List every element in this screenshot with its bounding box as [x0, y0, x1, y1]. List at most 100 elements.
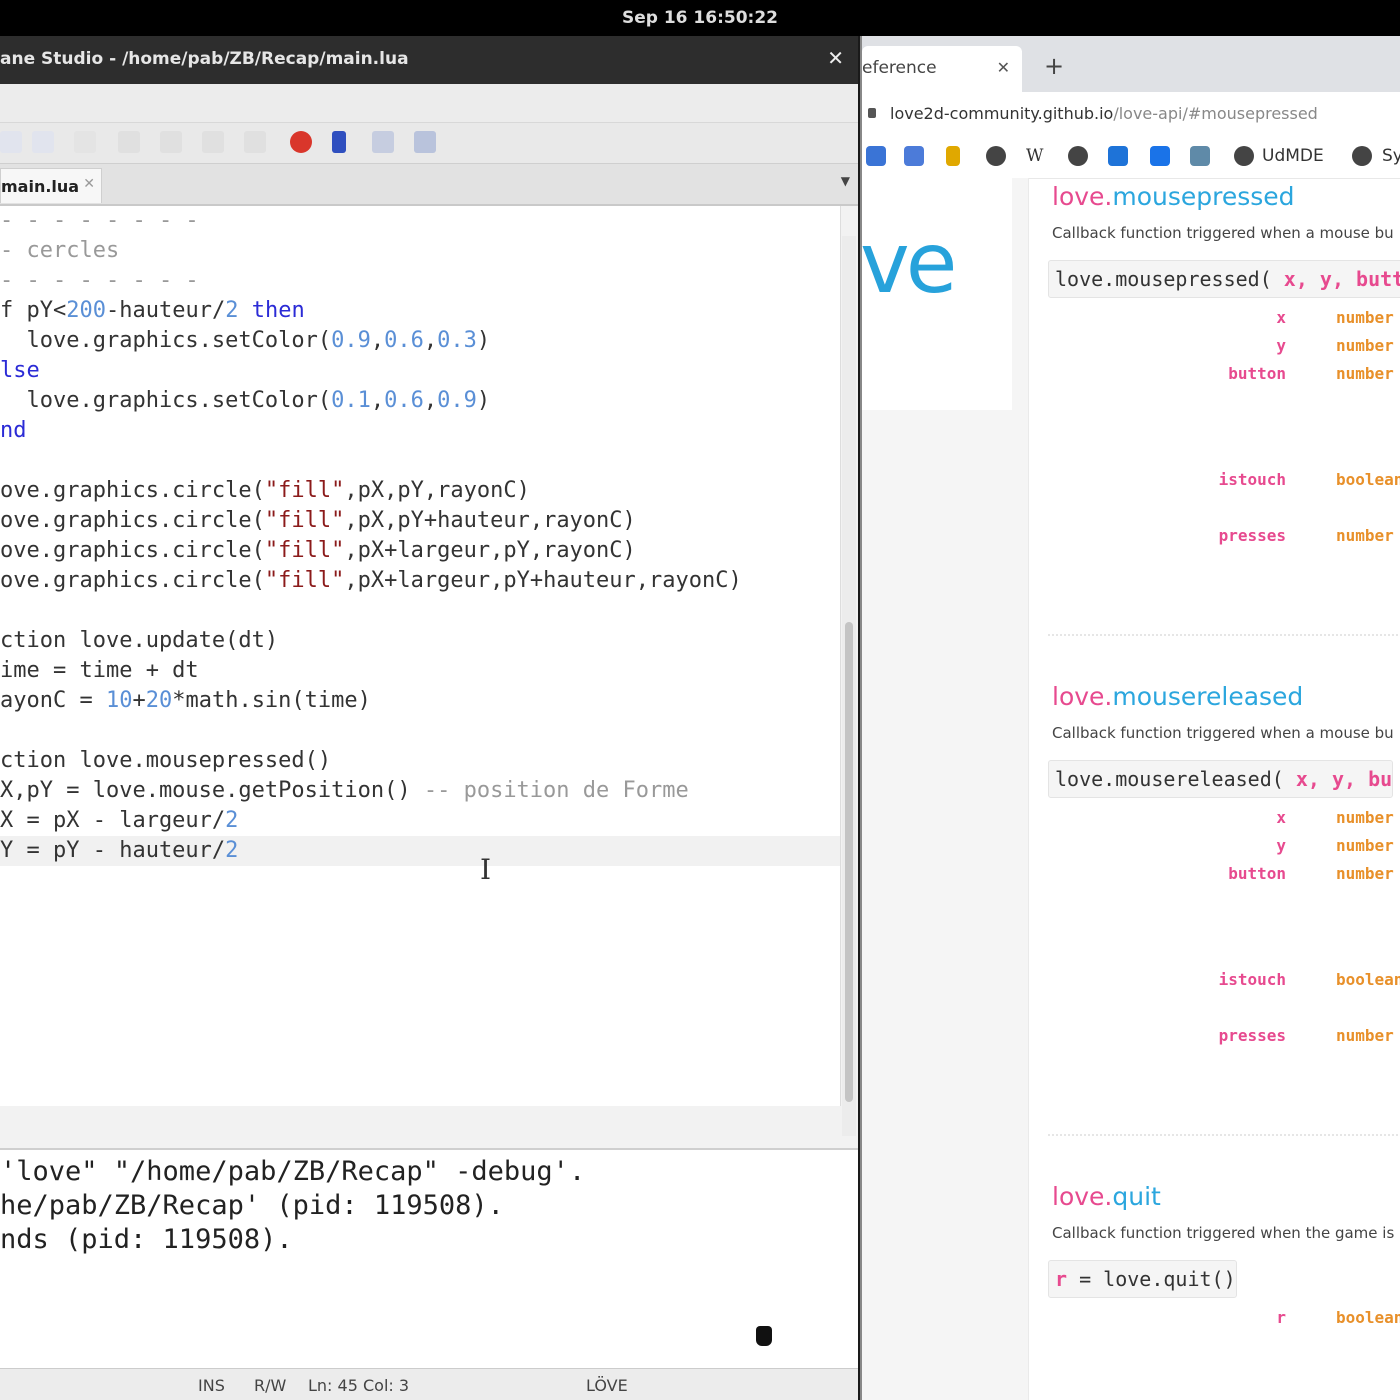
code-line[interactable]: - - - - - - - - — [0, 206, 199, 236]
globe-icon[interactable] — [1068, 146, 1088, 166]
section-description: Callback function triggered when a mouse… — [1052, 724, 1394, 742]
browser-tab[interactable]: eference ✕ — [862, 46, 1022, 92]
code-line[interactable]: ction love.update(dt) — [0, 626, 278, 656]
globe-icon[interactable] — [1234, 146, 1254, 166]
ide-titlebar: ane Studio - /home/pab/ZB/Recap/main.lua… — [0, 36, 858, 84]
undo-icon[interactable] — [32, 131, 54, 153]
section-title-prefix: love. — [1052, 182, 1113, 211]
bookmark-icon[interactable] — [904, 146, 924, 166]
function-signature: r = love.quit() — [1048, 1260, 1237, 1298]
love-logo[interactable]: ve — [862, 214, 957, 312]
wikipedia-icon[interactable]: W — [1026, 146, 1043, 166]
save-icon[interactable] — [0, 131, 22, 153]
globe-icon[interactable] — [986, 146, 1006, 166]
code-line[interactable]: f pY<200-hauteur/2 then — [0, 296, 305, 326]
param-name: presses — [1218, 1026, 1286, 1045]
tab-dropdown-icon[interactable]: ▼ — [841, 174, 850, 188]
code-line[interactable]: nd — [0, 416, 27, 446]
ide-menubar — [0, 84, 858, 123]
param-name: x — [1276, 308, 1286, 327]
url-host: love2d-community.github.io — [890, 104, 1114, 123]
outdent-icon[interactable] — [160, 131, 182, 153]
find-icon[interactable] — [372, 131, 394, 153]
bookmark-icon[interactable] — [1108, 146, 1128, 166]
section-title-name: quit — [1112, 1182, 1161, 1211]
bookmarks-bar: W UdMDE Sy — [862, 136, 1400, 179]
code-line[interactable]: love.graphics.setColor(0.1,0.6,0.9) — [0, 386, 490, 416]
bookmark-icon[interactable] — [332, 131, 346, 153]
section-title[interactable]: love.quit — [1052, 1182, 1161, 1211]
system-clock[interactable]: Sep 16 16:50:22 — [0, 8, 1400, 28]
globe-icon[interactable] — [1352, 146, 1372, 166]
param-type: number — [1336, 308, 1394, 327]
scrollbar-thumb[interactable] — [845, 622, 853, 1102]
code-line[interactable]: ove.graphics.circle("fill",pX+largeur,pY… — [0, 566, 742, 596]
ide-tabbar: main.lua ✕ ▼ — [0, 164, 858, 206]
bookmark-label[interactable]: UdMDE — [1262, 146, 1324, 166]
function-signature: love.mousepressed( x, y, butt — [1048, 260, 1400, 298]
function-signature: love.mousereleased( x, y, bu — [1048, 760, 1394, 798]
param-name: x — [1276, 808, 1286, 827]
code-line[interactable]: ction love.mousepressed() — [0, 746, 331, 776]
param-type: boolean — [1336, 1308, 1400, 1327]
uncomment-icon[interactable] — [244, 131, 266, 153]
tab-close-icon[interactable]: ✕ — [997, 58, 1010, 77]
bookmark-icon[interactable] — [1150, 146, 1170, 166]
bookmark-icon[interactable] — [866, 146, 886, 166]
section-title[interactable]: love.mousereleased — [1052, 682, 1303, 711]
lock-icon — [868, 108, 876, 118]
code-line[interactable]: ayonC = 10+20*math.sin(time) — [0, 686, 371, 716]
new-tab-icon[interactable]: + — [1044, 52, 1064, 80]
section-divider — [1048, 634, 1400, 636]
text-cursor-icon: I — [480, 853, 492, 886]
url-path: /love-api/#mousepressed — [1113, 104, 1318, 123]
replace-icon[interactable] — [414, 131, 436, 153]
section-title[interactable]: love.mousepressed — [1052, 182, 1295, 211]
bookmark-icon[interactable] — [946, 146, 960, 166]
param-type: number — [1336, 336, 1394, 355]
editor-scrollbar[interactable] — [842, 236, 856, 1136]
section-description: Callback function triggered when a mouse… — [1052, 224, 1394, 242]
signature-args: x, y, bu — [1295, 767, 1393, 791]
status-rw: R/W — [254, 1376, 287, 1395]
code-line[interactable]: X = pX - largeur/2 — [0, 806, 238, 836]
bookmark-icon[interactable] — [1190, 146, 1210, 166]
code-line[interactable]: ime = time + dt — [0, 656, 199, 686]
status-bar: INS R/W Ln: 45 Col: 3 LÖVE — [0, 1368, 858, 1400]
bookmark-label[interactable]: Sy — [1382, 146, 1400, 166]
redo-icon[interactable] — [74, 131, 96, 153]
code-line[interactable]: Y = pY - hauteur/2 — [0, 836, 840, 866]
param-name: y — [1276, 836, 1286, 855]
comment-icon[interactable] — [202, 131, 224, 153]
signature-args: x, y, butt — [1283, 267, 1400, 291]
address-bar[interactable]: love2d-community.github.io/love-api/#mou… — [862, 92, 1400, 137]
system-top-bar: Sep 16 16:50:22 — [0, 0, 1400, 36]
section-title-name: mousereleased — [1112, 682, 1304, 711]
code-line[interactable]: - cercles — [0, 236, 119, 266]
console-line: 'love" "/home/pab/ZB/Recap" -debug'. — [0, 1156, 586, 1187]
code-line[interactable]: lse — [0, 356, 40, 386]
indent-icon[interactable] — [118, 131, 140, 153]
status-ins: INS — [198, 1376, 225, 1395]
param-type: number — [1336, 1026, 1394, 1045]
code-line[interactable]: X,pY = love.mouse.getPosition() -- posit… — [0, 776, 689, 806]
code-line[interactable]: ove.graphics.circle("fill",pX+largeur,pY… — [0, 536, 636, 566]
param-type: number — [1336, 808, 1394, 827]
breakpoint-icon[interactable] — [290, 131, 312, 153]
close-icon[interactable]: ✕ — [827, 46, 844, 70]
code-line[interactable]: love.graphics.setColor(0.9,0.6,0.3) — [0, 326, 490, 356]
tab-close-icon[interactable]: ✕ — [83, 176, 95, 192]
param-type: boolean — [1336, 970, 1400, 989]
browser-window: eference ✕ + love2d-community.github.io/… — [860, 36, 1400, 1400]
code-editor[interactable]: - - - - - - - -- cercles - - - - - - - -f… — [0, 206, 841, 1106]
tab-main-lua[interactable]: main.lua ✕ — [0, 168, 102, 203]
section-description: Callback function triggered when the gam… — [1052, 1224, 1395, 1242]
mouse-pointer-icon — [756, 1326, 772, 1346]
param-type: number — [1336, 864, 1394, 883]
code-line[interactable]: ove.graphics.circle("fill",pX,pY,rayonC) — [0, 476, 530, 506]
code-line[interactable]: - - - - - - - - — [0, 266, 199, 296]
code-line[interactable]: ove.graphics.circle("fill",pX,pY+hauteur… — [0, 506, 636, 536]
param-name: button — [1228, 364, 1286, 383]
output-console[interactable]: 'love" "/home/pab/ZB/Recap" -debug'. he/p… — [0, 1148, 858, 1370]
section-title-prefix: love. — [1052, 1182, 1113, 1211]
